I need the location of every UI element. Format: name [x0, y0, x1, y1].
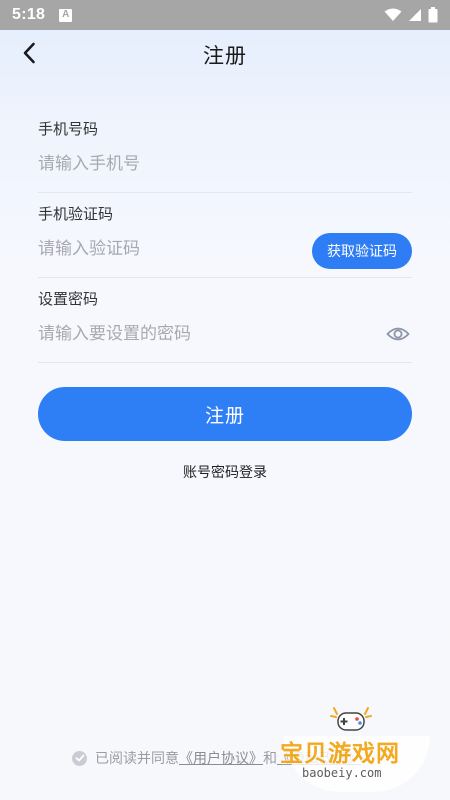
status-bar: 5:18 A — [0, 0, 450, 30]
check-icon — [75, 754, 84, 762]
phone-input[interactable] — [38, 151, 298, 177]
eye-icon[interactable] — [386, 322, 410, 346]
status-time: 5:18 — [12, 6, 46, 23]
wifi-icon — [384, 8, 402, 21]
watermark-domain: baobeiy.com — [302, 766, 382, 780]
password-label: 设置密码 — [38, 290, 99, 308]
agreement-conjunction: 和 — [263, 751, 277, 767]
code-label: 手机验证码 — [38, 205, 114, 223]
page-title: 注册 — [203, 44, 247, 68]
notification-icon: A — [59, 8, 73, 22]
code-input[interactable] — [38, 236, 298, 262]
battery-icon — [428, 7, 438, 23]
notification-icon-letter: A — [62, 9, 70, 20]
get-code-button[interactable]: 获取验证码 — [312, 233, 412, 269]
register-form: 手机号码 手机验证码 获取验证码 设置密码 — [38, 108, 412, 363]
phone-label: 手机号码 — [38, 120, 99, 138]
agreement-text: 已阅读并同意 — [95, 751, 179, 767]
user-agreement-link[interactable]: 《用户协议》 — [179, 748, 263, 768]
watermark: 宝贝游戏网 baobeiy.com — [276, 700, 436, 792]
phone-field: 手机号码 — [38, 108, 412, 193]
register-button[interactable]: 注册 — [38, 387, 412, 441]
gamepad-icon — [330, 707, 372, 731]
watermark-title: 宝贝游戏网 — [280, 741, 400, 767]
password-input[interactable] — [38, 321, 298, 347]
code-field: 手机验证码 获取验证码 — [38, 193, 412, 278]
password-login-link[interactable]: 账号密码登录 — [0, 462, 450, 482]
header: 注册 — [0, 30, 450, 78]
signal-icon — [409, 9, 421, 21]
agreement-checkbox[interactable] — [72, 750, 87, 766]
status-icons — [384, 7, 438, 23]
password-field: 设置密码 — [38, 278, 412, 363]
